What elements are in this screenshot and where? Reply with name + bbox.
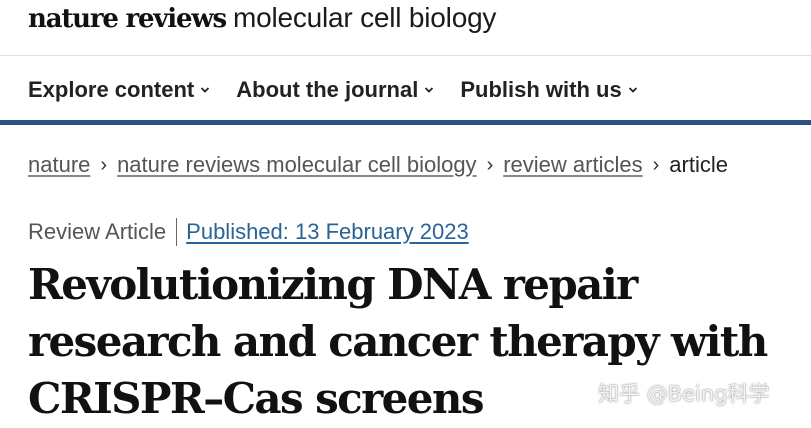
journal-logo[interactable]: nature reviews molecular cell biology: [28, 2, 496, 42]
watermark: 知乎 @Being科学: [598, 382, 770, 406]
chevron-down-icon: [628, 87, 637, 93]
page: nature reviews molecular cell biology Ex…: [0, 0, 811, 428]
nav-item-label: Explore content: [28, 77, 195, 102]
breadcrumb-link-journal[interactable]: nature reviews molecular cell biology: [117, 152, 477, 178]
nav-item-label: About the journal: [236, 77, 419, 102]
article-type: Review Article: [28, 219, 167, 244]
logo-nature-reviews: nature reviews: [28, 4, 227, 34]
header-divider: [0, 55, 811, 56]
nav-publish-with-us[interactable]: Publish with us: [460, 77, 637, 103]
breadcrumb-separator-icon: ›: [652, 153, 660, 176]
nav-item-label: Publish with us: [460, 77, 622, 102]
main-nav: Explore content About the journal Publis…: [28, 72, 664, 108]
breadcrumb: nature › nature reviews molecular cell b…: [28, 149, 728, 181]
chevron-down-icon: [425, 87, 434, 93]
logo-journal-name: molecular cell biology: [232, 2, 497, 33]
nav-explore-content[interactable]: Explore content: [28, 77, 210, 103]
breadcrumb-link-nature[interactable]: nature: [28, 152, 90, 178]
article-meta: Review Article Published: 13 February 20…: [28, 216, 469, 248]
chevron-down-icon: [201, 87, 210, 93]
breadcrumb-separator-icon: ›: [100, 153, 108, 176]
nav-about-the-journal[interactable]: About the journal: [236, 77, 434, 103]
breadcrumb-link-review-articles[interactable]: review articles: [503, 152, 642, 178]
breadcrumb-separator-icon: ›: [486, 153, 494, 176]
nav-accent-rule: [0, 120, 811, 125]
published-date-link[interactable]: Published: 13 February 2023: [186, 219, 469, 245]
breadcrumb-current: article: [669, 152, 728, 177]
meta-divider: [176, 218, 178, 246]
